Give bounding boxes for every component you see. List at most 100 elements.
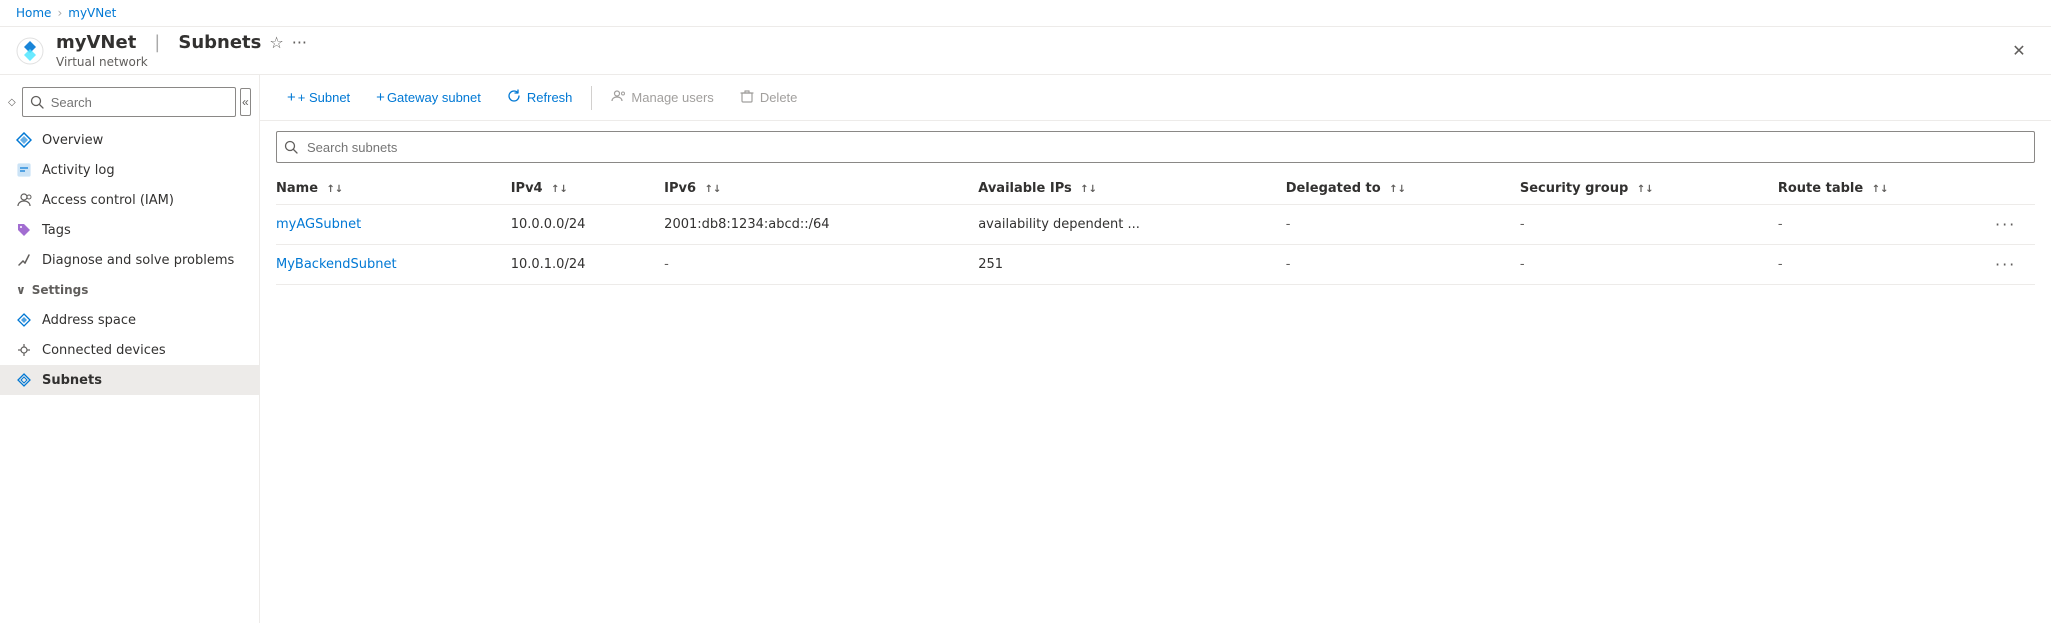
add-gateway-button[interactable]: + Gateway subnet <box>365 84 492 111</box>
breadcrumb-resource[interactable]: myVNet <box>68 6 116 20</box>
table-row: MyBackendSubnet 10.0.1.0/24 - 251 - - - … <box>276 245 2035 285</box>
col-security[interactable]: Security group ↑↓ <box>1520 173 1778 205</box>
row-actions[interactable]: ··· <box>1995 245 2035 285</box>
add-subnet-label: + Subnet <box>298 90 350 105</box>
sort-arrows-delegated: ↑↓ <box>1389 184 1406 195</box>
sort-arrows-ipv6: ↑↓ <box>705 184 722 195</box>
col-route[interactable]: Route table ↑↓ <box>1778 173 1995 205</box>
row-actions[interactable]: ··· <box>1995 205 2035 245</box>
row-name[interactable]: MyBackendSubnet <box>276 245 511 285</box>
content-area: + + Subnet + Gateway subnet Refresh <box>260 75 2051 623</box>
sidebar-item-iam-label: Access control (IAM) <box>42 193 174 208</box>
resource-subtitle: Virtual network <box>56 55 307 69</box>
row-available-ips: availability dependent ... <box>978 205 1285 245</box>
sidebar-item-devices[interactable]: Connected devices <box>0 335 259 365</box>
iam-icon <box>16 192 32 208</box>
sidebar-item-address-label: Address space <box>42 313 136 328</box>
sidebar-item-tags[interactable]: Tags <box>0 215 259 245</box>
title-divider: | <box>154 32 160 53</box>
collapse-button[interactable]: « <box>240 88 251 116</box>
sidebar-item-iam[interactable]: Access control (IAM) <box>0 185 259 215</box>
sidebar: ◇ « Overview <box>0 75 260 623</box>
activity-icon <box>16 162 32 178</box>
diagnose-icon <box>16 252 32 268</box>
sort-arrows-name: ↑↓ <box>327 184 344 195</box>
breadcrumb: Home › myVNet <box>0 0 2051 27</box>
table-header-row: Name ↑↓ IPv4 ↑↓ IPv6 ↑↓ Available IPs <box>276 173 2035 205</box>
row-delegated: - <box>1286 245 1520 285</box>
table-row: myAGSubnet 10.0.0.0/24 2001:db8:1234:abc… <box>276 205 2035 245</box>
row-ipv4: 10.0.1.0/24 <box>511 245 664 285</box>
overview-icon <box>16 132 32 148</box>
row-delegated: - <box>1286 205 1520 245</box>
row-ipv4: 10.0.0.0/24 <box>511 205 664 245</box>
refresh-icon <box>507 89 521 106</box>
sidebar-item-activity[interactable]: Activity log <box>0 155 259 185</box>
sidebar-item-overview-label: Overview <box>42 133 103 148</box>
delete-icon <box>740 89 754 106</box>
more-options-icon[interactable]: ··· <box>292 33 307 52</box>
settings-section-label: Settings <box>32 283 89 297</box>
sort-arrows-route: ↑↓ <box>1872 184 1889 195</box>
main-layout: ◇ « Overview <box>0 75 2051 623</box>
sort-arrows-available: ↑↓ <box>1080 184 1097 195</box>
col-ipv6[interactable]: IPv6 ↑↓ <box>664 173 978 205</box>
col-name[interactable]: Name ↑↓ <box>276 173 511 205</box>
refresh-button[interactable]: Refresh <box>496 83 584 112</box>
add-subnet-button[interactable]: + + Subnet <box>276 84 361 111</box>
table-wrap: Name ↑↓ IPv4 ↑↓ IPv6 ↑↓ Available IPs <box>260 173 2051 623</box>
manage-users-label: Manage users <box>631 90 713 105</box>
breadcrumb-separator: › <box>57 6 62 20</box>
col-delegated[interactable]: Delegated to ↑↓ <box>1286 173 1520 205</box>
row-name[interactable]: myAGSubnet <box>276 205 511 245</box>
tags-icon <box>16 222 32 238</box>
add-subnet-icon: + <box>287 90 296 105</box>
subnets-icon <box>16 372 32 388</box>
add-gateway-label: Gateway subnet <box>387 90 481 105</box>
sort-arrows-security: ↑↓ <box>1637 184 1654 195</box>
sidebar-item-overview[interactable]: Overview <box>0 125 259 155</box>
manage-users-button[interactable]: Manage users <box>600 83 724 112</box>
sidebar-search-row: ◇ « <box>0 83 259 125</box>
search-wrap <box>22 87 236 117</box>
toolbar-separator <box>591 86 592 110</box>
subnets-table: Name ↑↓ IPv4 ↑↓ IPv6 ↑↓ Available IPs <box>276 173 2035 285</box>
manage-users-icon <box>611 89 625 106</box>
delete-button[interactable]: Delete <box>729 83 809 112</box>
sidebar-item-activity-label: Activity log <box>42 163 115 178</box>
resource-logo <box>16 37 44 65</box>
breadcrumb-home[interactable]: Home <box>16 6 51 20</box>
sidebar-item-address-space[interactable]: Address space <box>0 305 259 335</box>
address-icon <box>16 312 32 328</box>
row-route: - <box>1778 205 1995 245</box>
sidebar-item-tags-label: Tags <box>42 223 71 238</box>
sidebar-item-subnets-label: Subnets <box>42 373 102 388</box>
close-button[interactable]: ✕ <box>2003 35 2035 67</box>
toolbar: + + Subnet + Gateway subnet Refresh <box>260 75 2051 121</box>
sidebar-item-subnets[interactable]: Subnets <box>0 365 259 395</box>
row-security: - <box>1520 205 1778 245</box>
search-input[interactable] <box>22 87 236 117</box>
nav-diamond-icon: ◇ <box>8 97 16 108</box>
table-search-input[interactable] <box>276 131 2035 163</box>
settings-section-header[interactable]: ∨ Settings <box>0 275 259 305</box>
devices-icon <box>16 342 32 358</box>
row-ipv6: - <box>664 245 978 285</box>
sort-arrows-ipv4: ↑↓ <box>551 184 568 195</box>
row-route: - <box>1778 245 1995 285</box>
sidebar-item-diagnose[interactable]: Diagnose and solve problems <box>0 245 259 275</box>
delete-label: Delete <box>760 90 798 105</box>
row-available-ips: 251 <box>978 245 1285 285</box>
resource-name: myVNet <box>56 32 136 53</box>
refresh-label: Refresh <box>527 90 573 105</box>
row-ipv6: 2001:db8:1234:abcd::/64 <box>664 205 978 245</box>
sidebar-item-diagnose-label: Diagnose and solve problems <box>42 253 234 268</box>
favorite-icon[interactable]: ☆ <box>269 33 283 52</box>
search-bar-wrap <box>276 131 2035 163</box>
col-available-ips[interactable]: Available IPs ↑↓ <box>978 173 1285 205</box>
chevron-down-icon: ∨ <box>16 283 26 297</box>
sidebar-item-devices-label: Connected devices <box>42 343 166 358</box>
col-ipv4[interactable]: IPv4 ↑↓ <box>511 173 664 205</box>
search-bar-row <box>260 121 2051 173</box>
col-actions-header <box>1995 173 2035 205</box>
